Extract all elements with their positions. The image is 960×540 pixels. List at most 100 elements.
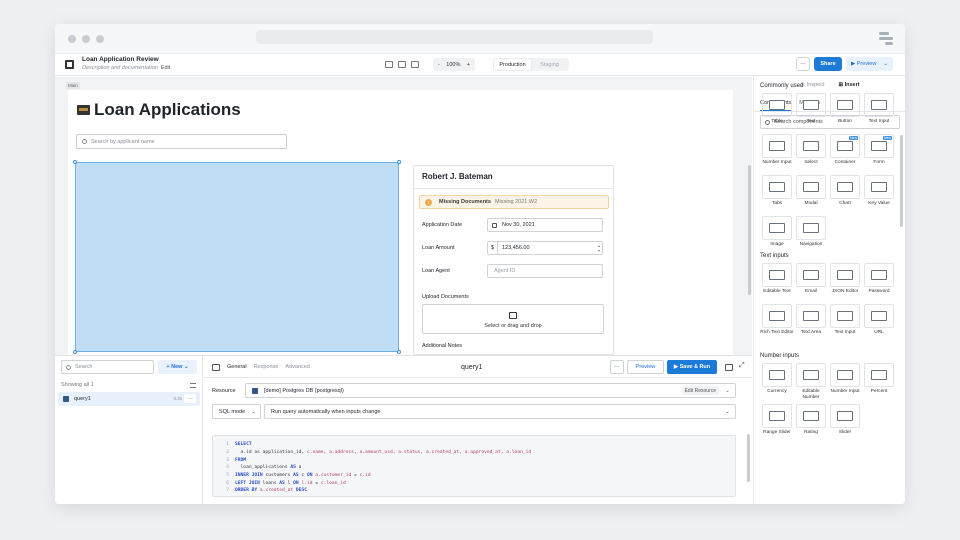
tab-response[interactable]: Response — [254, 364, 279, 370]
component-tile[interactable]: Number Input — [760, 134, 794, 171]
canvas-scrollbar[interactable] — [748, 165, 751, 295]
code-token: LEFT JOIN — [235, 480, 260, 486]
edit-description-link[interactable]: Edit — [161, 65, 170, 71]
code-token: ORDER BY — [235, 488, 258, 494]
line-number: 2 — [226, 450, 229, 456]
tab-general[interactable]: General — [227, 364, 247, 370]
component-tile[interactable]: Text — [794, 93, 828, 130]
query-list-item[interactable]: query1 0.3s ··· — [58, 392, 200, 406]
zoom-out-button[interactable]: - — [438, 62, 440, 68]
tab-advanced[interactable]: Advanced — [285, 364, 309, 370]
component-tile[interactable]: Number Input — [828, 363, 862, 400]
share-button[interactable]: Share — [814, 57, 842, 71]
resize-handle[interactable] — [397, 350, 401, 354]
component-tile[interactable]: Currency — [760, 363, 794, 400]
resize-handle[interactable] — [397, 160, 401, 164]
code-line: 7 ORDER BY a.created_at DESC — [213, 487, 735, 495]
sql-code-editor[interactable]: 1 SELECT 2 a.id as application_id, c.name,… — [212, 435, 736, 497]
component-tile[interactable]: Slider — [828, 404, 862, 441]
panel-scrollbar[interactable] — [900, 135, 903, 227]
component-label: Navigation — [799, 242, 823, 247]
component-grid: Table Text Button Text Input Number Input Sel… — [760, 93, 896, 253]
component-tile[interactable]: Password — [862, 263, 896, 300]
app-description: Description and documentation Edit — [82, 65, 170, 71]
component-tile[interactable]: Select — [794, 134, 828, 171]
query-item-more-button[interactable]: ··· — [184, 394, 196, 403]
page-title[interactable]: Loan Applications — [77, 100, 241, 120]
search-icon — [66, 365, 71, 370]
component-label: Button — [838, 119, 852, 124]
date-input[interactable]: Nov 30, 2021 — [487, 218, 603, 232]
selected-image-component[interactable] — [73, 160, 401, 354]
stepper-icon[interactable]: ▴ ▾ — [598, 243, 600, 253]
component-tile[interactable]: Modal — [794, 175, 828, 212]
editor-scrollbar[interactable] — [747, 434, 750, 482]
tab-inspect[interactable]: ◎ Inspect — [800, 82, 824, 88]
more-button[interactable]: ··· — [796, 57, 810, 71]
run-mode-select[interactable]: Run query automatically when inputs chan… — [264, 404, 736, 419]
query-preview-button[interactable]: Preview — [627, 360, 664, 374]
expand-icon[interactable]: ⤢ — [739, 362, 745, 370]
date-label: Application Date — [422, 222, 463, 228]
zoom-in-button[interactable]: + — [467, 62, 470, 68]
preview-button[interactable]: ▶ Preview ⌄ — [846, 57, 893, 71]
component-tile[interactable]: Chart — [828, 175, 862, 212]
component-tile[interactable]: Editable Text — [760, 263, 794, 300]
code-line: 5 INNER JOIN customers AS c ON a.customer… — [213, 472, 735, 480]
component-tile[interactable]: Button — [828, 93, 862, 130]
edit-resource-button[interactable]: Edit Resource — [681, 386, 719, 395]
tab-inspect-label: Inspect — [806, 82, 825, 88]
save-run-button[interactable]: ▶ Save & Run — [667, 360, 717, 374]
component-tile[interactable]: Text Area — [794, 304, 828, 341]
env-staging[interactable]: Staging — [531, 59, 568, 70]
component-tile[interactable]: Editable Number — [794, 363, 828, 400]
amount-label: Loan Amount — [422, 245, 455, 251]
window-minimize-dot[interactable] — [82, 35, 90, 43]
query-search-input[interactable]: Search — [61, 360, 154, 374]
address-bar[interactable] — [256, 30, 653, 44]
slider-icon — [830, 404, 860, 428]
component-tile[interactable]: Range Slider — [760, 404, 794, 441]
component-tile[interactable]: Navigation — [794, 216, 828, 253]
resource-select[interactable]: [demo] Postgres DB (postgresql) Edit Res… — [245, 383, 736, 398]
component-tile[interactable]: New Container — [828, 134, 862, 171]
toggle-left-panel-icon[interactable] — [385, 61, 393, 68]
sidebar-toggle-icon[interactable] — [212, 364, 220, 371]
amount-input[interactable]: $ 123,456.00 ▴ ▾ — [487, 241, 603, 255]
sql-mode-select[interactable]: SQL mode ⌄ — [212, 404, 261, 419]
resize-handle[interactable] — [73, 350, 77, 354]
component-tile[interactable]: Text Input — [828, 304, 862, 341]
tab-insert[interactable]: ⊞ Insert — [838, 82, 859, 88]
component-tile[interactable]: Percent — [862, 363, 896, 400]
app-title[interactable]: Loan Application Review — [82, 56, 159, 63]
chevron-down-icon[interactable]: ⌄ — [883, 61, 888, 67]
component-tile[interactable]: URL — [862, 304, 896, 341]
component-tile[interactable]: Key Value — [862, 175, 896, 212]
component-label: Percent — [870, 389, 888, 394]
new-query-button[interactable]: + New ⌄ — [158, 360, 197, 374]
env-production[interactable]: Production — [494, 59, 531, 70]
window-close-dot[interactable] — [68, 35, 76, 43]
component-tile[interactable]: Text Input — [862, 93, 896, 130]
resize-handle[interactable] — [73, 160, 77, 164]
applicant-search-input[interactable]: Search by applicant name — [76, 134, 287, 149]
component-tile[interactable]: Rich Text Editor — [760, 304, 794, 341]
component-tile[interactable]: Table — [760, 93, 794, 130]
panel-layout-icon[interactable] — [725, 364, 733, 371]
component-tile[interactable]: Tabs — [760, 175, 794, 212]
component-label: JSON Editor — [831, 289, 859, 294]
code-token: a.approved_at — [464, 450, 501, 456]
component-tile[interactable]: JSON Editor — [828, 263, 862, 300]
component-tile[interactable]: Email — [794, 263, 828, 300]
filter-icon[interactable] — [190, 383, 196, 388]
component-tile[interactable]: Rating — [794, 404, 828, 441]
query-more-button[interactable]: ··· — [610, 360, 624, 374]
agent-input[interactable]: Agent ID — [487, 264, 603, 278]
query-name[interactable]: query1 — [461, 364, 482, 371]
file-dropzone[interactable]: Select or drag and drop — [422, 304, 604, 334]
toggle-bottom-panel-icon[interactable] — [398, 61, 406, 68]
component-tile[interactable]: New Form — [862, 134, 896, 171]
toggle-right-panel-icon[interactable] — [411, 61, 419, 68]
window-maximize-dot[interactable] — [96, 35, 104, 43]
component-tile[interactable]: Image — [760, 216, 794, 253]
